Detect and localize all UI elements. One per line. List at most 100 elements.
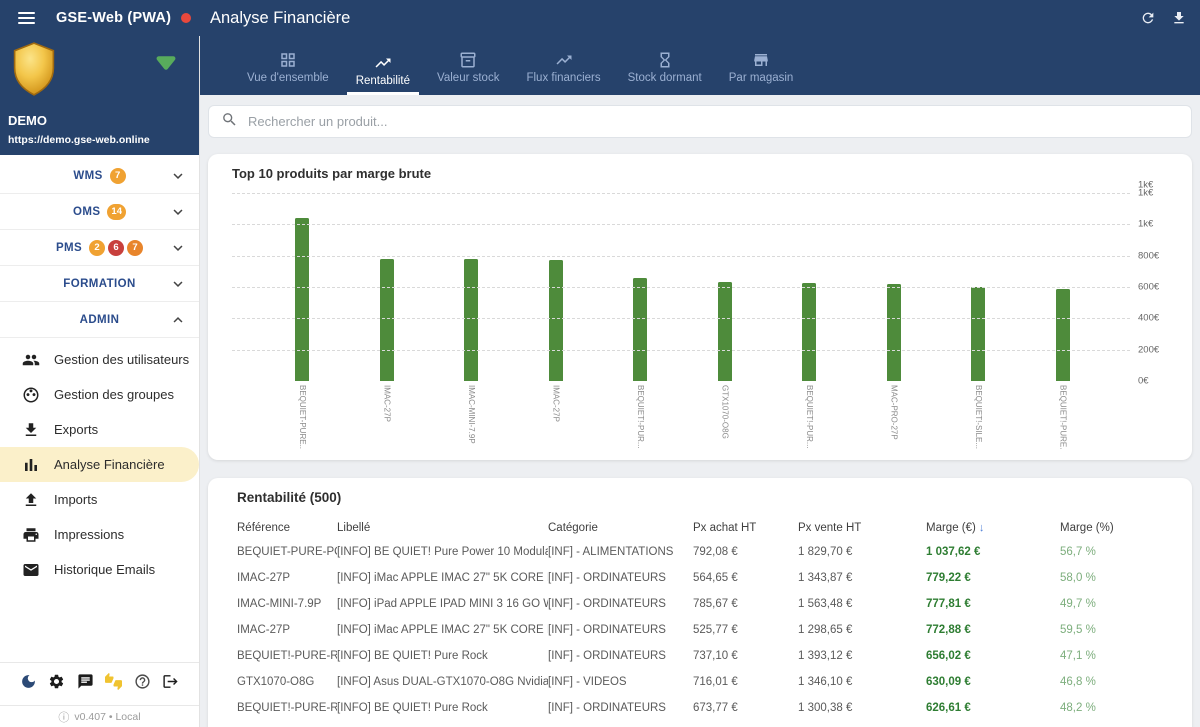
tab-flux-financiers[interactable]: Flux financiers	[517, 51, 609, 95]
column-header-marge[interactable]: Marge (€)↓	[926, 522, 1060, 534]
chart-bar	[549, 260, 563, 381]
column-header-r-f-rence[interactable]: Référence	[237, 522, 337, 534]
cell-marge-pct: 58,0 %	[1060, 572, 1168, 584]
table-body: BEQUIET-PURE-POWER-...[INFO] BE QUIET! P…	[237, 539, 1168, 721]
sidebar-item-label: Analyse Financière	[54, 457, 165, 472]
sidebar-section-formation[interactable]: FORMATION	[0, 266, 199, 302]
tab-label: Par magasin	[729, 72, 794, 84]
sidebar-item-impressions[interactable]: Impressions	[0, 517, 199, 552]
cell-libelle: [INFO] iMac APPLE IMAC 27" 5K CORE I7 4.…	[337, 572, 548, 584]
sidebar-section-admin[interactable]: ADMIN	[0, 302, 199, 338]
tab-rentabilit[interactable]: Rentabilité	[347, 54, 419, 95]
gear-icon	[48, 673, 65, 690]
download-button[interactable]	[1171, 10, 1187, 26]
chart-bar-slot	[598, 185, 683, 381]
column-header-px-achat-ht[interactable]: Px achat HT	[693, 522, 798, 534]
chart-bar	[718, 282, 732, 381]
moon-button[interactable]	[20, 673, 37, 695]
search-icon	[221, 111, 238, 128]
cell-px-achat: 525,77 €	[693, 624, 798, 636]
table-row[interactable]: IMAC-27P[INFO] iMac APPLE IMAC 27" 5K CO…	[237, 617, 1168, 643]
sidebar-item-label: Gestion des utilisateurs	[54, 352, 189, 367]
chart-bar-slot	[767, 185, 852, 381]
tab-label: Stock dormant	[628, 72, 702, 84]
users-icon	[22, 351, 40, 369]
table-row[interactable]: GTX1070-O8G[INFO] Asus DUAL-GTX1070-O8G …	[237, 669, 1168, 695]
section-label: OMS	[73, 206, 100, 218]
sidebar-section-pms[interactable]: PMS267	[0, 230, 199, 266]
cell-libelle: [INFO] Asus DUAL-GTX1070-O8G Nvidia GeFo…	[337, 676, 548, 688]
sidebar-item-gestion-des-groupes[interactable]: Gestion des groupes	[0, 377, 199, 412]
cell-categorie: [INF] - ORDINATEURS	[548, 572, 693, 584]
download-icon	[1171, 10, 1187, 26]
y-axis-tick-label: 1k€	[1138, 180, 1184, 191]
table-card: Rentabilité (500) RéférenceLibelléCatégo…	[208, 478, 1192, 727]
x-axis-tick-label: GTX1070-O8G	[683, 385, 768, 449]
cell-marge-pct: 49,7 %	[1060, 598, 1168, 610]
section-label: FORMATION	[63, 278, 135, 290]
gear-button[interactable]	[48, 673, 65, 695]
chart-bar	[464, 259, 478, 381]
column-header-libell[interactable]: Libellé	[337, 522, 548, 534]
column-header-cat-gorie[interactable]: Catégorie	[548, 522, 693, 534]
tab-label: Flux financiers	[526, 72, 600, 84]
connection-status-icon	[155, 54, 177, 72]
table-row[interactable]: IMAC-27P[INFO] iMac APPLE IMAC 27" 5K CO…	[237, 565, 1168, 591]
help-button[interactable]	[134, 673, 151, 695]
chart-gridline	[232, 193, 1130, 194]
refresh-button[interactable]	[1140, 10, 1156, 26]
cell-categorie: [INF] - ALIMENTATIONS	[548, 546, 693, 558]
column-header-marge[interactable]: Marge (%)	[1060, 522, 1168, 534]
x-axis-tick-label: BEQUIET!-PUR...	[767, 385, 852, 449]
sidebar-item-label: Historique Emails	[54, 562, 155, 577]
chevron-down-icon	[169, 203, 187, 221]
chevron-down-icon	[169, 167, 187, 190]
main-content: Top 10 produits par marge brute 0€200€40…	[200, 95, 1200, 727]
sidebar-item-imports[interactable]: Imports	[0, 482, 199, 517]
chart-plot: 0€200€400€600€800€1k€1k€1k€	[232, 185, 1188, 381]
sort-desc-icon: ↓	[979, 522, 985, 534]
sidebar-item-exports[interactable]: Exports	[0, 412, 199, 447]
sidebar-section-oms[interactable]: OMS 14	[0, 194, 199, 230]
x-axis-tick-label: MAC-PRO-27P	[852, 385, 937, 449]
table-row[interactable]: BEQUIET!-PURE-ROCK[INFO] BE QUIET! Pure …	[237, 643, 1168, 669]
hamburger-menu-icon[interactable]	[18, 12, 35, 24]
sidebar-section-wms[interactable]: WMS7	[0, 158, 199, 194]
x-axis-tick-label: IMAC-MINI-7.9P	[429, 385, 514, 449]
chart-bar-slot	[260, 185, 345, 381]
cell-px-achat: 737,10 €	[693, 650, 798, 662]
cell-px-achat: 716,01 €	[693, 676, 798, 688]
sidebar-item-label: Gestion des groupes	[54, 387, 174, 402]
chart-bar	[380, 259, 394, 381]
sidebar: DEMO https://demo.gse-web.online WMS7OMS…	[0, 36, 200, 727]
tab-par-magasin[interactable]: Par magasin	[720, 51, 803, 95]
chat-button[interactable]	[77, 673, 94, 695]
sidebar-item-analyse-financi-re[interactable]: Analyse Financière	[0, 447, 199, 482]
section-badges: 14	[107, 204, 126, 220]
search-input[interactable]	[248, 114, 1179, 129]
chevron-up-icon	[169, 311, 187, 329]
column-header-label: Marge (€)	[926, 522, 976, 534]
chart-title: Top 10 produits par marge brute	[232, 166, 1192, 181]
sidebar-item-gestion-des-utilisateurs[interactable]: Gestion des utilisateurs	[0, 342, 199, 377]
sidebar-item-historique-emails[interactable]: Historique Emails	[0, 552, 199, 587]
table-row[interactable]: IMAC-MINI-7.9P[INFO] iPad APPLE IPAD MIN…	[237, 591, 1168, 617]
count-badge: 7	[110, 168, 126, 184]
section-badges: 267	[89, 240, 143, 256]
cell-marge-pct: 59,5 %	[1060, 624, 1168, 636]
tab-stock-dormant[interactable]: Stock dormant	[619, 51, 711, 95]
grid-icon	[279, 51, 297, 69]
tab-vue-d-ensemble[interactable]: Vue d'ensemble	[238, 51, 338, 95]
table-row[interactable]: BEQUIET-PURE-POWER-...[INFO] BE QUIET! P…	[237, 539, 1168, 565]
page-title: Analyse Financière	[210, 9, 350, 28]
table-row[interactable]: BEQUIET!-PURE-ROCK[INFO] BE QUIET! Pure …	[237, 695, 1168, 721]
logout-button[interactable]	[162, 673, 179, 695]
table-title: Rentabilité (500)	[237, 490, 1168, 505]
trending-up-icon	[374, 54, 392, 72]
tab-valeur-stock[interactable]: Valeur stock	[428, 51, 508, 95]
chart-bar	[633, 278, 647, 381]
feedback-button[interactable]	[105, 673, 122, 695]
sidebar-menu: WMS7 OMS 14 PMS267 FORMATION ADMIN Gestion de…	[0, 155, 199, 662]
cell-marge-eur: 626,61 €	[926, 702, 1060, 714]
column-header-px-vente-ht[interactable]: Px vente HT	[798, 522, 926, 534]
